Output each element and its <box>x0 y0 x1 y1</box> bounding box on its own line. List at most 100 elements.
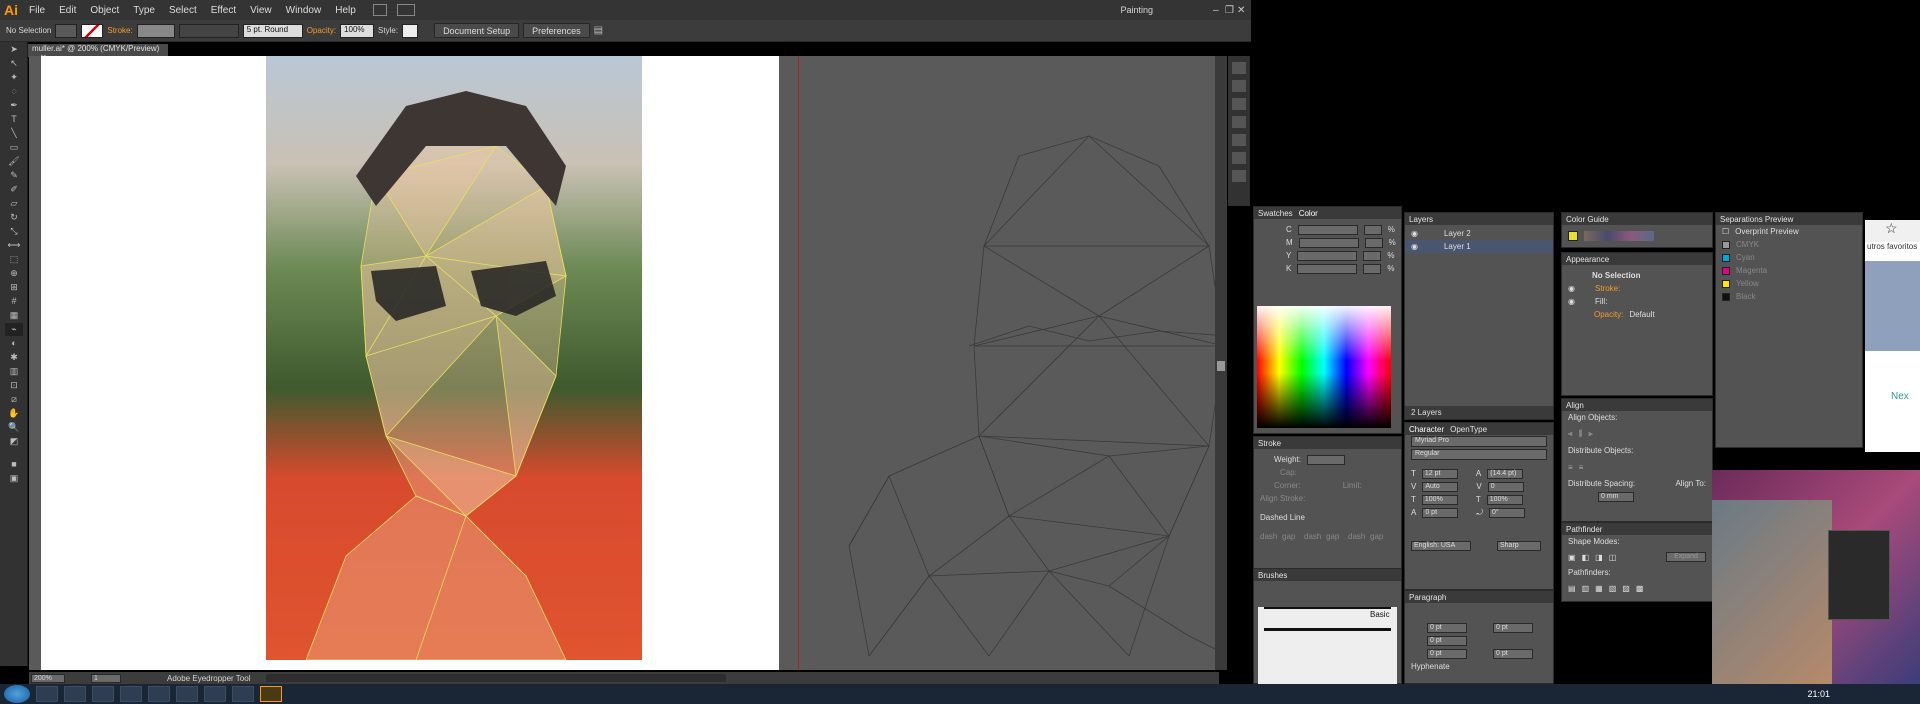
trim-icon[interactable]: ▥ <box>1582 584 1590 593</box>
taskbar-chrome[interactable] <box>64 686 86 702</box>
background-browser-window[interactable]: ☆ utros favoritos Nex <box>1865 220 1920 452</box>
blend-tool-icon[interactable]: ◐ <box>5 337 23 350</box>
anti-aliasing-field[interactable]: Sharp <box>1497 540 1541 551</box>
base-color-swatch[interactable] <box>1568 230 1578 241</box>
dashed-line-checkbox[interactable]: Dashed Line <box>1260 513 1305 522</box>
left-indent-field[interactable]: 0 pt <box>1427 622 1467 633</box>
dock-icon-7[interactable] <box>1232 170 1246 182</box>
font-family-field[interactable]: Myriad Pro <box>1411 436 1547 447</box>
gradient-tool-icon[interactable]: ▦ <box>5 309 23 322</box>
taskbar-app-7[interactable] <box>204 686 226 702</box>
layer-1-name[interactable]: Layer 1 <box>1444 242 1471 251</box>
taskbar-app-8[interactable] <box>232 686 254 702</box>
unite-icon[interactable]: ▣ <box>1568 553 1576 562</box>
exclude-icon[interactable]: ◫ <box>1609 553 1617 562</box>
appearance-opacity-label[interactable]: Opacity: <box>1594 310 1623 319</box>
gap-3[interactable]: gap <box>1370 532 1388 541</box>
menu-edit[interactable]: Edit <box>52 5 83 16</box>
brush-library[interactable]: Basic <box>1258 607 1397 687</box>
c-slider[interactable] <box>1297 224 1358 235</box>
ink-row-cmyk[interactable]: CMYK <box>1716 238 1862 251</box>
next-link[interactable]: Nex <box>1865 391 1920 402</box>
restore-button[interactable]: ❐ <box>1225 5 1237 16</box>
dock-icon-4[interactable] <box>1232 116 1246 128</box>
symbol-sprayer-tool-icon[interactable]: ✱ <box>5 351 23 364</box>
baseline-shift-field[interactable]: 0 pt <box>1422 507 1459 518</box>
taskbar-photoshop[interactable] <box>120 686 142 702</box>
line-tool-icon[interactable]: ╲ <box>5 127 23 140</box>
first-line-indent-field[interactable]: 0 pt <box>1427 635 1467 646</box>
eraser-tool-icon[interactable]: ▱ <box>5 197 23 210</box>
bookmarks-label[interactable]: utros favoritos <box>1865 242 1920 251</box>
style-swatch[interactable] <box>402 23 419 38</box>
column-graph-tool-icon[interactable]: ▥ <box>5 365 23 378</box>
visibility-eye-icon[interactable]: ◉ <box>1568 297 1575 306</box>
divide-icon[interactable]: ▤ <box>1568 584 1576 593</box>
intersect-icon[interactable]: ◨ <box>1595 553 1603 562</box>
tracking-field[interactable]: 0 <box>1487 481 1524 492</box>
menu-select[interactable]: Select <box>162 5 204 16</box>
visibility-eye-icon[interactable]: ◉ <box>1411 229 1418 238</box>
preferences-button[interactable]: Preferences <box>523 23 590 38</box>
y-value[interactable] <box>1363 250 1382 261</box>
document-setup-button[interactable]: Document Setup <box>434 23 520 38</box>
stroke-label[interactable]: Stroke: <box>107 26 132 35</box>
screen-mode-icon[interactable]: ▣ <box>5 472 23 485</box>
bookmark-star-icon[interactable]: ☆ <box>1865 220 1920 242</box>
menu-view[interactable]: View <box>243 5 279 16</box>
font-size-field[interactable]: 12 pt <box>1421 468 1458 479</box>
magic-wand-tool-icon[interactable]: ✦ <box>5 71 23 84</box>
kerning-field[interactable]: Auto <box>1422 481 1459 492</box>
k-slider[interactable] <box>1297 263 1358 274</box>
paintbrush-tool-icon[interactable]: 🖌 <box>5 155 23 168</box>
horizontal-scrollbar[interactable] <box>266 674 727 682</box>
zoom-tool-icon[interactable]: 🔍 <box>5 421 23 434</box>
canvas-area[interactable] <box>29 56 1215 670</box>
stroke-weight-field[interactable] <box>136 23 175 38</box>
dock-icon-5[interactable] <box>1232 134 1246 146</box>
font-style-field[interactable]: Regular <box>1411 449 1547 460</box>
taskbar-app-6[interactable] <box>176 686 198 702</box>
menu-file[interactable]: File <box>22 5 52 16</box>
close-button[interactable]: ✕ <box>1237 5 1251 16</box>
taskbar-illustrator[interactable] <box>260 686 282 702</box>
ink-row-cyan[interactable]: Cyan <box>1716 251 1862 264</box>
taskbar-vlc[interactable] <box>148 686 170 702</box>
scale-tool-icon[interactable]: ⤡ <box>5 225 23 238</box>
zoom-field[interactable]: 200% <box>31 673 65 683</box>
menu-object[interactable]: Object <box>83 5 126 16</box>
weight-field[interactable] <box>1306 454 1345 465</box>
color-mode-icon[interactable]: ■ <box>5 458 23 471</box>
placed-photo[interactable] <box>266 56 642 660</box>
distribute-top-icon[interactable]: ≡ <box>1568 463 1573 472</box>
gap-1[interactable]: gap <box>1282 532 1300 541</box>
visibility-eye-icon[interactable]: ◉ <box>1411 242 1418 251</box>
tab-character[interactable]: Character <box>1409 425 1444 434</box>
direct-selection-tool-icon[interactable]: ↖ <box>5 57 23 70</box>
tab-color[interactable]: Color <box>1299 209 1318 218</box>
perspective-grid-tool-icon[interactable]: ⊞ <box>5 281 23 294</box>
artboard-tool-icon[interactable]: ⊡ <box>5 379 23 392</box>
slice-tool-icon[interactable]: ⧄ <box>5 393 23 406</box>
menu-type[interactable]: Type <box>126 5 162 16</box>
pen-tool-icon[interactable]: ✒ <box>5 99 23 112</box>
hand-tool-icon[interactable]: ✋ <box>5 407 23 420</box>
menu-help[interactable]: Help <box>328 5 363 16</box>
merge-icon[interactable]: ▦ <box>1595 584 1603 593</box>
layer-row-2[interactable]: ◉ Layer 2 <box>1405 227 1553 240</box>
crop-icon[interactable]: ▧ <box>1609 584 1617 593</box>
appearance-fill-label[interactable]: Fill: <box>1595 297 1607 306</box>
space-before-field[interactable]: 0 pt <box>1427 648 1467 659</box>
lasso-tool-icon[interactable]: ◌ <box>5 85 23 98</box>
blob-brush-tool-icon[interactable]: ✐ <box>5 183 23 196</box>
y-slider[interactable] <box>1297 250 1358 261</box>
minimize-button[interactable]: – <box>1213 5 1225 16</box>
minus-back-icon[interactable]: ▩ <box>1636 584 1644 593</box>
eyedropper-tool-icon[interactable]: ⌁ <box>5 323 23 336</box>
tab-opentype[interactable]: OpenType <box>1450 425 1487 434</box>
dock-icon-2[interactable] <box>1232 80 1246 92</box>
m-value[interactable] <box>1364 237 1383 248</box>
minus-front-icon[interactable]: ◧ <box>1582 553 1590 562</box>
page-field[interactable]: 1 <box>91 673 121 683</box>
system-clock[interactable]: 21:01 <box>1807 689 1830 699</box>
